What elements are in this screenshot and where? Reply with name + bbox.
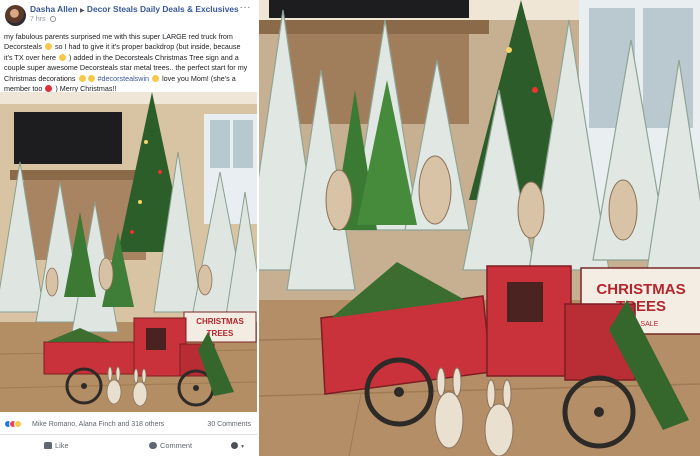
- sign-text-trees: TREES: [207, 329, 234, 338]
- reactions-bar[interactable]: Mike Romano, Alana Finch and 318 others …: [0, 418, 257, 432]
- comment-label: Comment: [160, 441, 193, 450]
- post-text-line: Christmas decorations: [4, 73, 76, 83]
- author-line: Dasha Allen ▶ Decor Steals Daily Deals &…: [30, 4, 239, 14]
- enlarged-photo-scene: CHRISTMAS TREES FOR SALE: [259, 0, 700, 456]
- tv-screen: [14, 112, 122, 164]
- hashtag-link[interactable]: #decorstealswin: [98, 74, 150, 83]
- post-text-line: Decorsteals: [4, 42, 42, 52]
- chevron-down-icon: ▼: [240, 444, 246, 450]
- post-text-line: it's TX over here: [4, 52, 56, 62]
- thumbs-up-icon: [44, 442, 52, 449]
- post-text: my fabulous parents surprised me with th…: [4, 32, 253, 94]
- share-arrow-icon: ▶: [79, 8, 85, 14]
- post-actions: Like Comment ▼: [0, 434, 257, 456]
- more-options-icon[interactable]: ···: [240, 2, 252, 13]
- post-photo[interactable]: CHRISTMAS TREES: [0, 92, 257, 412]
- party-emoji-icon: [152, 74, 160, 82]
- tv-screen: [269, 0, 469, 18]
- heart-eyes-emoji-icon: [44, 43, 52, 51]
- audience-selector[interactable]: ▼: [231, 441, 245, 450]
- post-text-line: so I had to give it it's proper backdrop…: [54, 42, 241, 52]
- enlarged-photo[interactable]: CHRISTMAS TREES FOR SALE: [259, 0, 700, 456]
- santa-emoji-icon: [78, 74, 86, 82]
- like-label: Like: [55, 441, 69, 450]
- globe-icon: [49, 16, 56, 23]
- post-text-line: my fabulous parents surprised me with th…: [4, 32, 233, 41]
- post-text-line: couple super awesome Decorsteals star me…: [4, 63, 248, 73]
- author-avatar[interactable]: [5, 5, 26, 26]
- profile-dot-icon: [231, 442, 238, 449]
- post-photo-scene: CHRISTMAS TREES: [0, 92, 257, 412]
- wink-emoji-icon: [58, 53, 66, 61]
- haha-reaction-icon: [14, 420, 22, 428]
- comment-count[interactable]: 30 Comments: [207, 421, 251, 428]
- timestamp-text[interactable]: 7 hrs: [30, 16, 46, 23]
- post-timestamp[interactable]: 7 hrs: [30, 16, 56, 23]
- reaction-names[interactable]: Mike Romano, Alana Finch and 318 others: [32, 421, 164, 428]
- reaction-icons: [4, 420, 22, 430]
- comment-button[interactable]: Comment: [149, 441, 192, 450]
- post-header: Dasha Allen ▶ Decor Steals Daily Deals &…: [0, 0, 257, 36]
- comment-bubble-icon: [149, 442, 157, 449]
- author-name[interactable]: Dasha Allen: [30, 4, 78, 14]
- smile-emoji-icon: [87, 74, 95, 82]
- sign-text-christmas: CHRISTMAS: [196, 317, 244, 326]
- facebook-post: Dasha Allen ▶ Decor Steals Daily Deals &…: [0, 0, 257, 456]
- sign-text-christmas: CHRISTMAS: [596, 281, 685, 298]
- post-text-line: ) added in the Decorsteals Christmas Tre…: [68, 52, 239, 62]
- like-button[interactable]: Like: [44, 441, 69, 450]
- heart-emoji-icon: [45, 85, 53, 93]
- group-name[interactable]: Decor Steals Daily Deals & Exclusives: [87, 4, 239, 14]
- post-text-line: love you Mom! (she's a: [162, 73, 236, 83]
